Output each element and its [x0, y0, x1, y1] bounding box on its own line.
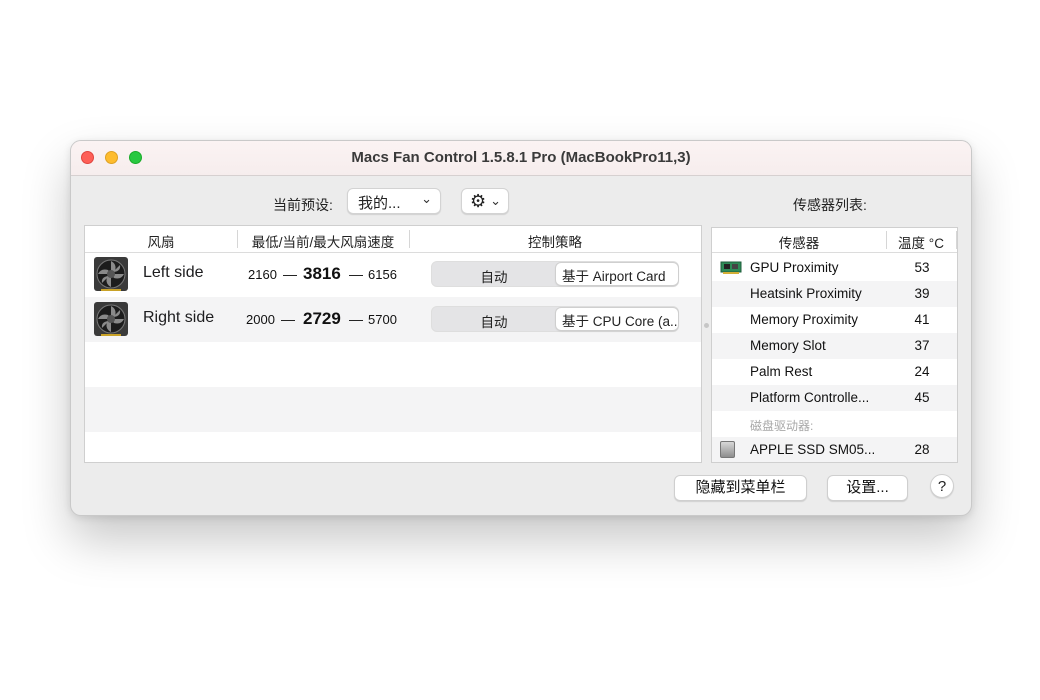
header-temp[interactable]: 温度 °C: [886, 232, 956, 252]
header-speed[interactable]: 最低/当前/最大风扇速度: [237, 231, 409, 251]
preset-label: 当前预设:: [273, 197, 333, 213]
settings-menu-button[interactable]: ⚙ ⌄: [461, 188, 509, 214]
chevron-down-icon: ⌄: [421, 191, 432, 206]
window-title: Macs Fan Control 1.5.8.1 Pro (MacBookPro…: [351, 149, 691, 166]
sensor-name: Heatsink Proximity: [750, 286, 862, 301]
help-button[interactable]: ?: [930, 474, 954, 498]
app-window: Macs Fan Control 1.5.8.1 Pro (MacBookPro…: [70, 140, 972, 516]
split-view-divider[interactable]: [704, 323, 709, 328]
preset-value: 我的...: [358, 195, 401, 212]
disk-icon: [720, 441, 735, 458]
sensor-temp: 53: [914, 260, 930, 275]
separator: —: [283, 266, 297, 282]
sensor-row[interactable]: Heatsink Proximity 39: [712, 281, 957, 307]
titlebar: Macs Fan Control 1.5.8.1 Pro (MacBookPro…: [71, 141, 971, 176]
fan-name: Left side: [143, 264, 204, 281]
fan-min-speed: 2000: [246, 312, 275, 327]
control-segmented: 自动 基于 CPU Core (a...: [431, 306, 679, 332]
preferences-button[interactable]: 设置...: [827, 475, 908, 501]
header-sensor[interactable]: 传感器: [712, 232, 886, 252]
sensor-name: APPLE SSD SM05...: [750, 442, 876, 457]
fan-max-speed: 6156: [368, 267, 397, 282]
hide-to-menubar-button[interactable]: 隐藏到菜单栏: [674, 475, 807, 501]
fan-current-speed: 2729: [303, 309, 341, 328]
sensor-temp: 28: [914, 442, 930, 457]
fan-icon: [94, 302, 128, 336]
fan-table: 风扇 最低/当前/最大风扇速度 控制策略 Left side 2160 — 38…: [84, 225, 702, 463]
sensor-table-header: 传感器 温度 °C: [712, 228, 957, 253]
custom-control-button[interactable]: 基于 CPU Core (a...: [556, 308, 678, 330]
sensor-name: Memory Slot: [750, 338, 826, 353]
preset-popup[interactable]: 我的... ⌄: [347, 188, 441, 214]
fan-min-speed: 2160: [248, 267, 277, 282]
disk-group-label: 磁盘驱动器:: [750, 419, 814, 433]
sensor-row[interactable]: Memory Slot 37: [712, 333, 957, 359]
empty-row: [85, 432, 701, 462]
sensor-row[interactable]: GPU Proximity 53: [712, 255, 957, 281]
fan-icon: [94, 257, 128, 291]
sensor-temp: 41: [914, 312, 930, 327]
custom-control-button[interactable]: 基于 Airport Card: [556, 263, 678, 285]
fan-row[interactable]: Left side 2160 — 3816 — 6156 自动 基于 Airpo…: [85, 252, 701, 297]
sensor-name: GPU Proximity: [750, 260, 839, 275]
separator: —: [281, 311, 295, 327]
sensor-table: 传感器 温度 °C GPU Proximity 53 Heatsink Prox…: [711, 227, 958, 463]
sensor-temp: 45: [914, 390, 930, 405]
sensor-list-title: 传感器列表:: [793, 197, 867, 213]
gear-icon: ⚙: [470, 191, 487, 211]
sensor-temp: 24: [914, 364, 930, 379]
sensor-row[interactable]: Palm Rest 24: [712, 359, 957, 385]
empty-row: [85, 342, 701, 387]
sensor-name: Platform Controlle...: [750, 390, 870, 405]
fan-current-speed: 3816: [303, 264, 341, 283]
sensor-row[interactable]: Platform Controlle... 45: [712, 385, 957, 411]
sensor-name: Memory Proximity: [750, 312, 859, 327]
header-fan[interactable]: 风扇: [85, 231, 237, 251]
gpu-card-icon: [720, 261, 742, 274]
fan-row[interactable]: Right side 2000 — 2729 — 5700 自动 基于 CPU …: [85, 297, 701, 342]
separator: —: [349, 311, 363, 327]
sensor-row[interactable]: APPLE SSD SM05... 28: [712, 437, 957, 462]
sensor-temp: 39: [914, 286, 930, 301]
fan-table-header: 风扇 最低/当前/最大风扇速度 控制策略: [85, 226, 701, 253]
fan-name: Right side: [143, 309, 215, 326]
separator: —: [349, 266, 363, 282]
sensor-name: Palm Rest: [750, 364, 813, 379]
auto-button[interactable]: 自动: [432, 311, 556, 331]
auto-button[interactable]: 自动: [432, 266, 556, 286]
fan-max-speed: 5700: [368, 312, 397, 327]
empty-row: [85, 387, 701, 432]
sensor-row[interactable]: Memory Proximity 41: [712, 307, 957, 333]
sensor-temp: 37: [914, 338, 930, 353]
sensor-group-header: 磁盘驱动器:: [712, 411, 957, 437]
chevron-down-icon: ⌄: [490, 193, 501, 208]
control-segmented: 自动 基于 Airport Card: [431, 261, 679, 287]
header-control[interactable]: 控制策略: [409, 231, 701, 251]
